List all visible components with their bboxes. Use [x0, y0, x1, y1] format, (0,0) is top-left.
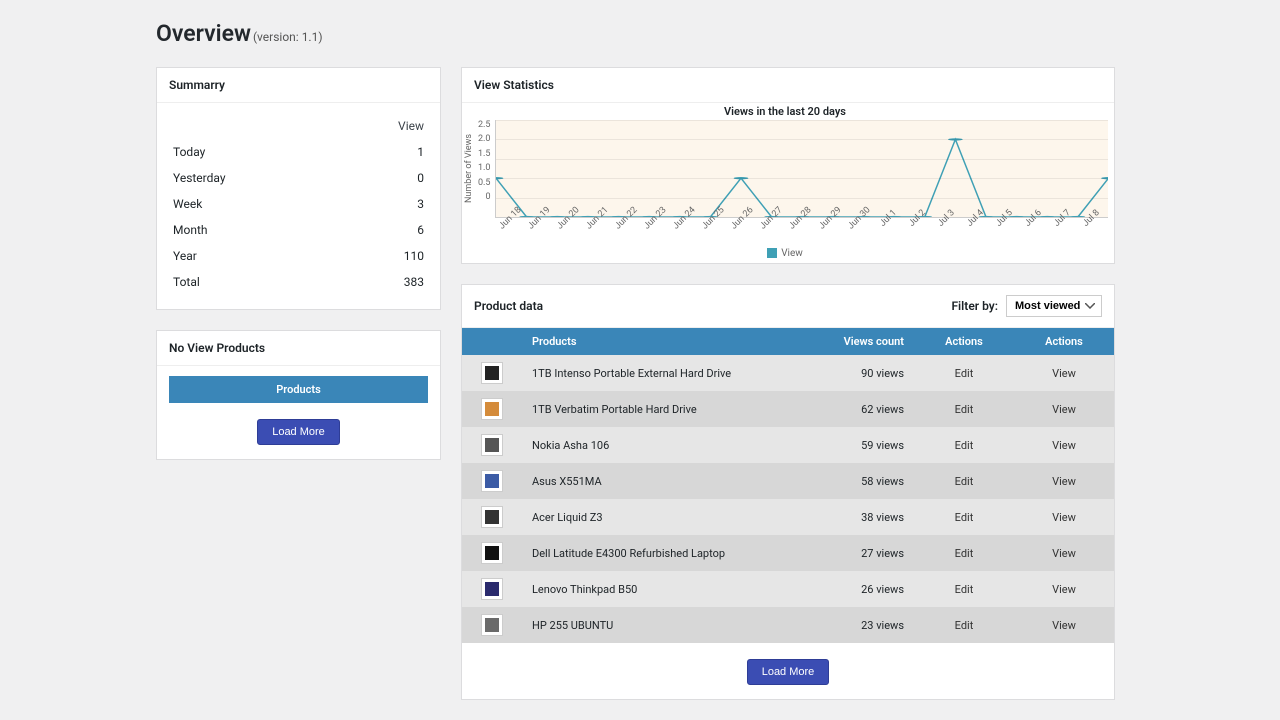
summary-row-label: Year — [169, 243, 335, 269]
stats-header: View Statistics — [462, 68, 1114, 103]
edit-link[interactable]: Edit — [955, 511, 974, 524]
table-row: Nokia Asha 106 59 views Edit View — [462, 427, 1114, 463]
summary-row-label: Month — [169, 217, 335, 243]
table-row: Lenovo Thinkpad B50 26 views Edit View — [462, 571, 1114, 607]
summary-row-label: Today — [169, 139, 335, 165]
edit-link[interactable]: Edit — [955, 619, 974, 632]
pd-col-actions2: Actions — [1014, 328, 1114, 355]
page-title: Overview(version: 1.1) — [156, 20, 1115, 47]
summary-row-label: Week — [169, 191, 335, 217]
product-thumbnail — [481, 398, 503, 420]
product-views: 38 views — [804, 499, 914, 535]
table-row: Dell Latitude E4300 Refurbished Laptop 2… — [462, 535, 1114, 571]
table-row: Acer Liquid Z3 38 views Edit View — [462, 499, 1114, 535]
filter-by-label: Filter by: — [951, 299, 998, 313]
product-name: Dell Latitude E4300 Refurbished Laptop — [522, 535, 804, 571]
pd-col-views: Views count — [804, 328, 914, 355]
product-thumbnail — [481, 470, 503, 492]
view-link[interactable]: View — [1052, 583, 1076, 596]
edit-link[interactable]: Edit — [955, 583, 974, 596]
view-link[interactable]: View — [1052, 547, 1076, 560]
product-thumbnail — [481, 578, 503, 600]
no-view-header: No View Products — [157, 331, 440, 366]
edit-link[interactable]: Edit — [955, 475, 974, 488]
pd-col-image — [462, 328, 522, 355]
product-name: HP 255 UBUNTU — [522, 607, 804, 643]
chart-xaxis: Jun 18Jun 19Jun 20Jun 21Jun 22Jun 23Jun … — [498, 218, 1108, 246]
view-link[interactable]: View — [1052, 619, 1076, 632]
summary-row-value: 1 — [335, 139, 428, 165]
view-link[interactable]: View — [1052, 439, 1076, 452]
product-views: 23 views — [804, 607, 914, 643]
summary-row-value: 6 — [335, 217, 428, 243]
chart-legend: View — [462, 248, 1108, 259]
product-thumbnail — [481, 362, 503, 384]
chart-title: Views in the last 20 days — [462, 105, 1108, 118]
filter-by-select[interactable]: Most viewed — [1006, 295, 1102, 317]
product-thumbnail — [481, 542, 503, 564]
no-view-table: Products — [169, 376, 428, 403]
pd-col-products: Products — [522, 328, 804, 355]
product-name: Lenovo Thinkpad B50 — [522, 571, 804, 607]
no-view-card: No View Products Products Load More — [156, 330, 441, 460]
table-row: Asus X551MA 58 views Edit View — [462, 463, 1114, 499]
product-thumbnail — [481, 434, 503, 456]
table-row: 1TB Intenso Portable External Hard Drive… — [462, 355, 1114, 391]
summary-row-value: 383 — [335, 269, 428, 295]
no-view-load-more-button[interactable]: Load More — [257, 419, 340, 445]
product-views: 90 views — [804, 355, 914, 391]
view-link[interactable]: View — [1052, 367, 1076, 380]
product-views: 59 views — [804, 427, 914, 463]
chart-plot — [495, 120, 1109, 218]
chart-ylabel: Number of Views — [462, 120, 476, 218]
no-view-col-products: Products — [169, 376, 428, 403]
product-name: Nokia Asha 106 — [522, 427, 804, 463]
product-name: 1TB Verbatim Portable Hard Drive — [522, 391, 804, 427]
stats-card: View Statistics Views in the last 20 day… — [461, 67, 1115, 264]
summary-row-label: Yesterday — [169, 165, 335, 191]
product-thumbnail — [481, 614, 503, 636]
table-row: 1TB Verbatim Portable Hard Drive 62 view… — [462, 391, 1114, 427]
edit-link[interactable]: Edit — [955, 547, 974, 560]
summary-view-col: View — [335, 113, 428, 139]
edit-link[interactable]: Edit — [955, 403, 974, 416]
summary-table: View Today1Yesterday0Week3Month6Year110T… — [169, 113, 428, 295]
view-link[interactable]: View — [1052, 475, 1076, 488]
product-thumbnail — [481, 506, 503, 528]
page-version: (version: 1.1) — [253, 30, 323, 44]
summary-row-value: 110 — [335, 243, 428, 269]
legend-swatch — [767, 248, 777, 258]
summary-header: Summarry — [157, 68, 440, 103]
legend-label: View — [781, 248, 803, 259]
summary-card: Summarry View Today1Yesterday0Week3Month… — [156, 67, 441, 310]
product-data-header: Product data — [474, 299, 543, 313]
product-data-table: Products Views count Actions Actions 1TB… — [462, 328, 1114, 643]
product-views: 26 views — [804, 571, 914, 607]
view-link[interactable]: View — [1052, 511, 1076, 524]
product-views: 58 views — [804, 463, 914, 499]
edit-link[interactable]: Edit — [955, 439, 974, 452]
edit-link[interactable]: Edit — [955, 367, 974, 380]
chart-yaxis: 2.52.01.51.00.50 — [476, 120, 495, 218]
table-row: HP 255 UBUNTU 23 views Edit View — [462, 607, 1114, 643]
product-name: Acer Liquid Z3 — [522, 499, 804, 535]
summary-row-value: 0 — [335, 165, 428, 191]
product-data-load-more-button[interactable]: Load More — [747, 659, 830, 685]
product-name: Asus X551MA — [522, 463, 804, 499]
product-views: 27 views — [804, 535, 914, 571]
pd-col-actions1: Actions — [914, 328, 1014, 355]
summary-row-label: Total — [169, 269, 335, 295]
product-views: 62 views — [804, 391, 914, 427]
product-name: 1TB Intenso Portable External Hard Drive — [522, 355, 804, 391]
page-title-text: Overview — [156, 20, 251, 47]
view-link[interactable]: View — [1052, 403, 1076, 416]
product-data-card: Product data Filter by: Most viewed — [461, 284, 1115, 700]
summary-row-value: 3 — [335, 191, 428, 217]
